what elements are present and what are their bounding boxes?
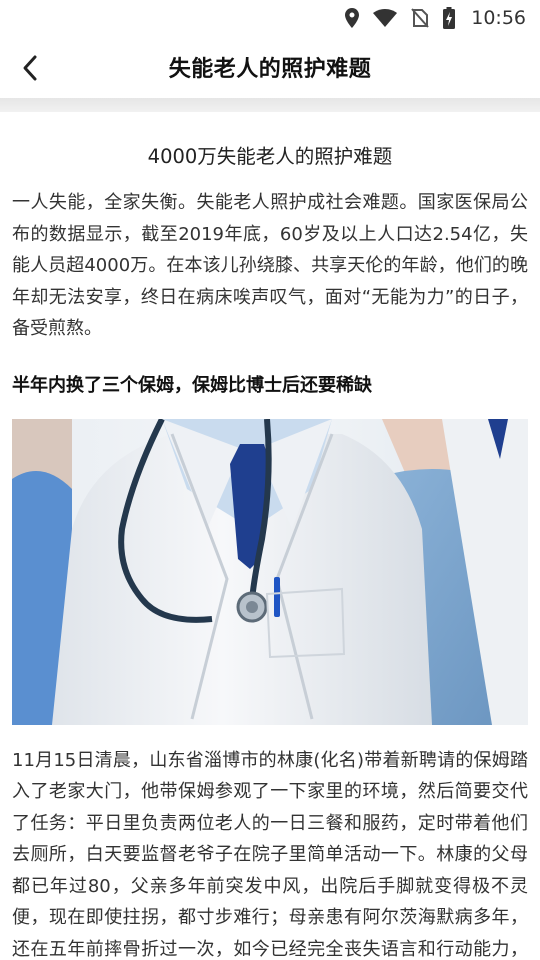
location-icon (345, 8, 360, 28)
section-heading: 半年内换了三个保姆，保姆比博士后还要稀缺 (12, 374, 372, 396)
status-time: 10:56 (471, 7, 526, 29)
header-divider (0, 98, 540, 112)
article-title: 4000万失能老人的照护难题 (147, 145, 393, 168)
article-content[interactable]: 4000万失能老人的照护难题 一人失能，全家失衡。失能老人照护成社会难题。国家医… (0, 112, 540, 960)
doctor-with-stethoscope-photo (12, 418, 528, 725)
chevron-left-icon (23, 55, 37, 81)
article-intro: 一人失能，全家失衡。失能老人照护成社会难题。国家医保局公布的数据显示，截至201… (12, 192, 528, 339)
article-body: 11月15日清晨，山东省淄博市的林康(化名)带着新聘请的保姆踏入了老家大门，他带… (12, 749, 528, 960)
back-button[interactable] (10, 48, 50, 88)
no-sim-icon (411, 8, 429, 28)
battery-charging-icon (443, 7, 456, 29)
status-bar: 10:56 (0, 0, 540, 36)
page-title: 失能老人的照护难题 (168, 57, 372, 82)
app-header: 失能老人的照护难题 (0, 36, 540, 98)
wifi-icon (373, 9, 398, 27)
